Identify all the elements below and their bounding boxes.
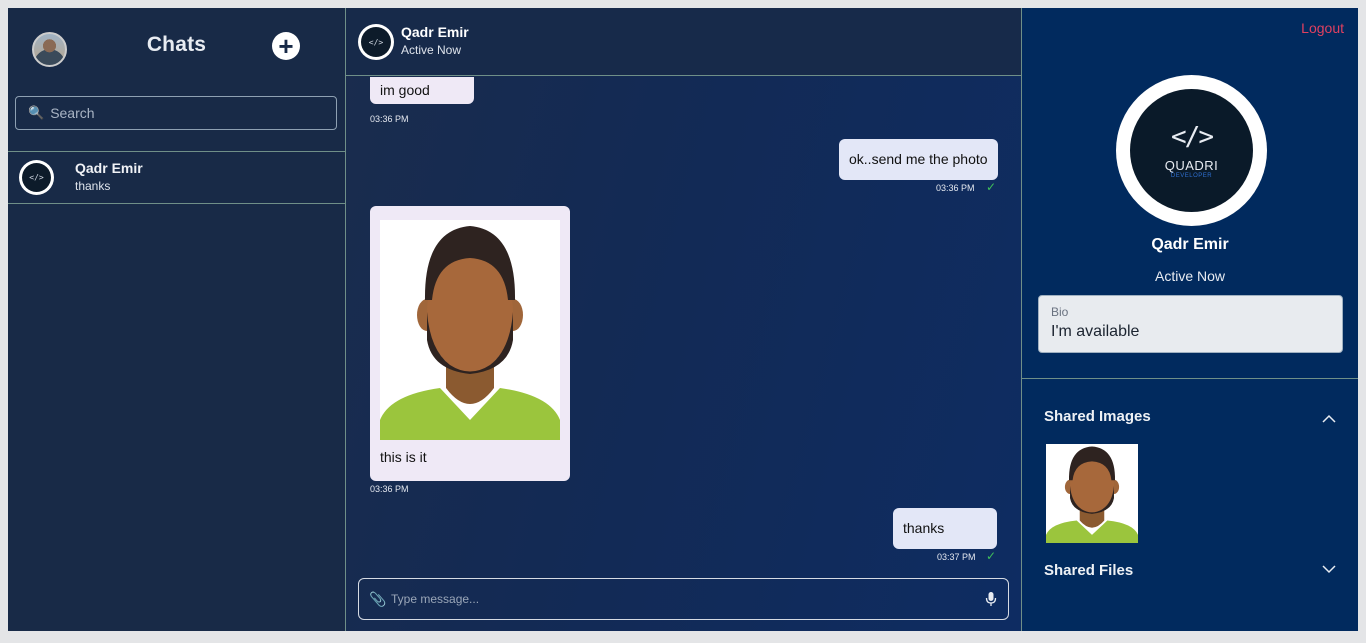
- chevron-down-icon[interactable]: [1322, 564, 1336, 574]
- code-icon: </>: [1171, 122, 1214, 152]
- paperclip-icon[interactable]: 📎: [369, 591, 386, 608]
- message-time: 03:37 PM: [937, 552, 976, 562]
- message-text: thanks: [903, 520, 945, 536]
- bio-field: Bio I'm available: [1038, 295, 1343, 353]
- search-box: 🔍: [15, 96, 337, 130]
- contact-profile-avatar: </> QUADRI DEVELOPER: [1116, 75, 1267, 226]
- contact-status: Active Now: [401, 43, 462, 57]
- logo-subtext: DEVELOPER: [1170, 173, 1213, 179]
- profile-status: Active Now: [1154, 268, 1226, 284]
- message-time: 03:36 PM: [936, 183, 975, 193]
- check-icon: ✓: [986, 180, 997, 194]
- message-bubble-outgoing: ok..send me the photo: [839, 139, 998, 180]
- search-icon: 🔍: [28, 105, 45, 120]
- shared-images-heading[interactable]: Shared Images: [1044, 408, 1151, 425]
- message-text: ok..send me the photo: [849, 151, 988, 167]
- message-time: 03:36 PM: [370, 114, 409, 124]
- divider: [1022, 378, 1358, 379]
- bio-label: Bio: [1051, 305, 1069, 319]
- message-text: im good: [380, 82, 430, 98]
- message-time: 03:36 PM: [370, 484, 409, 494]
- chat-list: </> Qadr Emir thanks: [8, 151, 345, 204]
- conversation-panel: </> Qadr Emir Active Now im good 03:36 P…: [346, 8, 1022, 631]
- chat-item-preview: thanks: [75, 179, 111, 193]
- logout-button[interactable]: Logout: [1301, 20, 1344, 36]
- plus-icon: +: [278, 31, 294, 61]
- sidebar: Chats + 🔍 </> Qadr Emir thanks: [8, 8, 346, 631]
- logo-text: QUADRI: [1164, 158, 1219, 173]
- person-avatar-illustration: [1046, 444, 1138, 543]
- chat-app: Chats + 🔍 </> Qadr Emir thanks </> Qadr …: [8, 8, 1358, 631]
- chat-list-item[interactable]: </> Qadr Emir thanks: [8, 152, 345, 204]
- message-bubble-outgoing: thanks: [893, 508, 997, 549]
- chat-item-name: Qadr Emir: [75, 160, 143, 176]
- contact-details-panel: Logout </> QUADRI DEVELOPER Qadr Emir Ac…: [1022, 8, 1358, 631]
- microphone-icon[interactable]: [984, 591, 998, 607]
- shared-image-thumbnail[interactable]: [1046, 444, 1138, 543]
- contact-avatar[interactable]: </>: [358, 24, 394, 60]
- contact-name: Qadr Emir: [401, 24, 469, 40]
- message-text: this is it: [380, 449, 427, 465]
- contact-avatar: </>: [19, 160, 54, 195]
- profile-name: Qadr Emir: [1151, 236, 1229, 253]
- person-avatar-illustration: [380, 220, 560, 440]
- conversation-header: </> Qadr Emir Active Now: [346, 8, 1021, 76]
- message-input[interactable]: [391, 592, 984, 606]
- search-input[interactable]: [50, 105, 311, 121]
- new-chat-button[interactable]: +: [272, 32, 300, 60]
- sidebar-header: Chats +: [8, 8, 345, 88]
- message-composer: 📎: [358, 578, 1009, 620]
- chevron-up-icon[interactable]: [1322, 414, 1336, 424]
- check-icon: ✓: [986, 549, 997, 563]
- shared-files-heading[interactable]: Shared Files: [1044, 562, 1133, 579]
- shared-photo[interactable]: [380, 220, 560, 440]
- message-list[interactable]: im good 03:36 PM ok..send me the photo 0…: [346, 77, 1021, 577]
- message-bubble-incoming: im good: [370, 77, 474, 104]
- message-bubble-incoming-image: this is it: [370, 206, 570, 481]
- bio-value: I'm available: [1051, 323, 1140, 340]
